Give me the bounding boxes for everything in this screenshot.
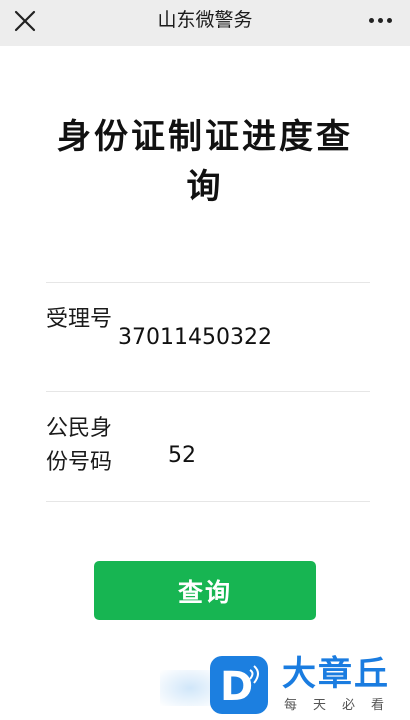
more-options-button[interactable]: [360, 2, 400, 38]
id-number-label: 公民身份号码: [46, 416, 113, 475]
divider: [46, 501, 370, 502]
screen: 山东微警务 身份证制证进度查询 受理号 37011450322 公民身份号码 5…: [0, 0, 410, 720]
more-icon: [386, 17, 392, 23]
watermark-name: 大章丘: [282, 654, 390, 694]
navbar-title: 山东微警务: [157, 9, 253, 31]
top-navigation-bar: 山东微警务: [0, 0, 410, 46]
acceptance-number-field[interactable]: 37011450322: [118, 318, 328, 358]
acceptance-number-label: 受理号: [46, 307, 113, 332]
acceptance-number-row: 受理号 37011450322: [46, 283, 370, 391]
watermark-logo-badge: D: [210, 656, 268, 714]
watermark-badge-letter: D: [220, 664, 253, 710]
more-icon: [368, 17, 374, 23]
id-number-field[interactable]: 52: [168, 436, 224, 476]
watermark: D 大章丘 每天必看: [160, 652, 410, 720]
page-title: 身份证制证进度查询: [57, 117, 353, 207]
watermark-tagline: 每天必看: [284, 698, 401, 713]
query-button[interactable]: 查询: [94, 561, 316, 620]
id-number-row: 公民身份号码 52: [46, 392, 370, 501]
more-icon: [377, 17, 383, 23]
query-form: 受理号 37011450322 公民身份号码 52: [46, 282, 370, 502]
watermark-logo-icon: D: [220, 664, 259, 710]
